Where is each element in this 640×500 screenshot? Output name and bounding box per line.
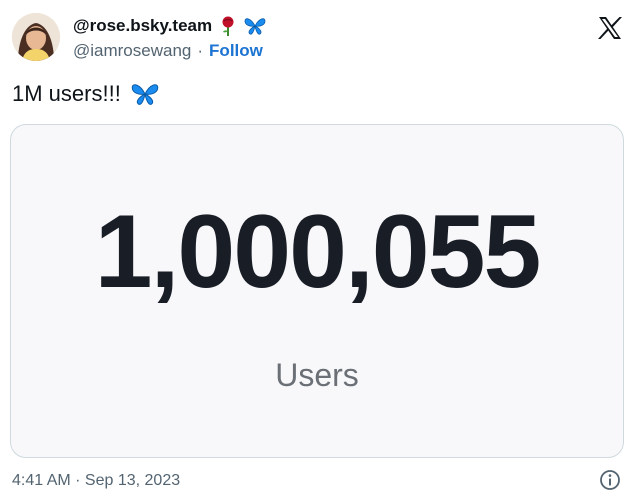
avatar[interactable]: [12, 13, 60, 61]
author-sub-row: @iamrosewang · Follow: [73, 41, 263, 61]
user-count: 1,000,055: [94, 194, 542, 310]
rose-icon: [219, 16, 237, 36]
tweet-header: @rose.bsky.team @iamrosewang · Follow: [0, 0, 640, 80]
handle[interactable]: @iamrosewang: [73, 41, 191, 61]
display-name[interactable]: @rose.bsky.team: [73, 16, 212, 36]
media-card[interactable]: 1,000,055 Users: [10, 124, 624, 458]
tweet-timestamp[interactable]: 4:41 AM · Sep 13, 2023: [12, 472, 180, 490]
x-logo-icon[interactable]: [597, 16, 623, 40]
butterfly-icon: [131, 81, 159, 107]
tweet-text: 1M users!!!: [12, 81, 159, 107]
info-icon[interactable]: [598, 468, 622, 492]
butterfly-icon: [244, 16, 266, 36]
separator-dot: ·: [197, 41, 204, 60]
author-name-row: @rose.bsky.team: [73, 14, 266, 38]
tweet-body: 1M users!!!: [12, 81, 121, 106]
follow-button[interactable]: Follow: [209, 41, 263, 61]
users-label: Users: [275, 357, 359, 393]
